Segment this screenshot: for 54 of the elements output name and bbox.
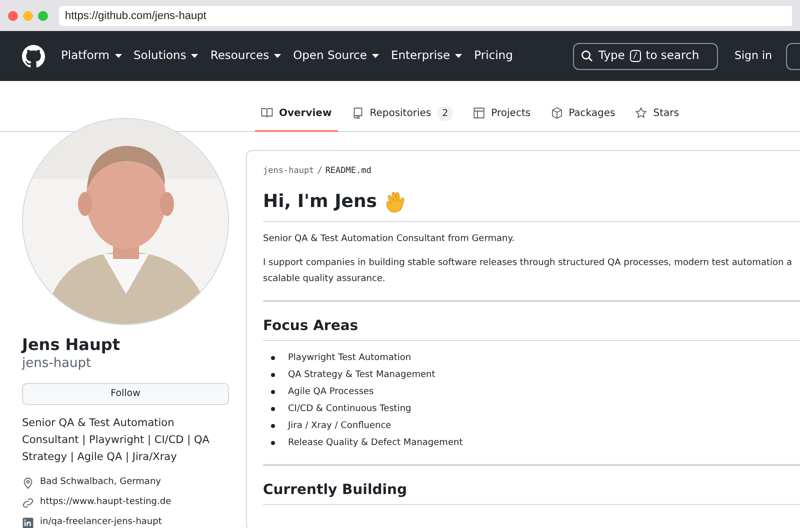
nav-link[interactable]: Pricing [474, 47, 513, 65]
profile-bio: Senior QA & Test Automation Consultant | Playwright | CI/CD | QA Strategy | Agile QA | Jira/Xray [22, 416, 210, 465]
section-heading: Focus Areas [263, 316, 800, 341]
profile-username: jens-haupt [22, 355, 92, 372]
link-icon [22, 496, 34, 508]
book-icon [261, 107, 273, 119]
waving-hand-icon [385, 190, 406, 213]
profile-link[interactable]: in/qa-freelancer-jens-haupt [40, 516, 162, 528]
bullet-icon [271, 440, 275, 445]
list-item: Release Quality & Defect Management [288, 436, 463, 450]
profile-name: Jens Haupt [22, 335, 121, 355]
readme-file-name: README.md [325, 165, 372, 178]
list-item: QA Strategy & Test Management [288, 368, 436, 382]
bullet-icon [271, 390, 275, 394]
section-heading: Currently Building [263, 480, 800, 505]
profile-tab[interactable]: Overview [255, 96, 338, 132]
bullet-icon [271, 424, 275, 428]
list-item: Agile QA Processes [288, 386, 374, 399]
nav-dropdown[interactable]: Solutions [134, 47, 198, 65]
location-text: Bad Schwalbach, Germany [40, 476, 161, 489]
cube-icon [550, 107, 563, 119]
address-bar[interactable]: https://github.com/jens-haupt [59, 6, 792, 26]
list-item: Jira / Xray / Confluence [288, 420, 392, 433]
path-separator: / [317, 165, 322, 178]
list-item: CI/CD & Continuous Testing [288, 402, 412, 416]
profile-tab[interactable]: Stars [629, 96, 685, 132]
nav-dropdown[interactable]: Enterprise [390, 47, 462, 65]
linkedin-logo-icon [22, 516, 34, 528]
profile-tab[interactable]: Packages [544, 96, 622, 132]
bullet-icon [271, 356, 275, 360]
bullet-icon [271, 372, 275, 377]
count-badge: 2 [437, 106, 454, 120]
search-field[interactable]: Type / to search [573, 42, 718, 70]
nav-dropdown[interactable]: Resources [210, 47, 282, 65]
readme-heading: Hi, I'm Jens [263, 190, 378, 214]
search-icon [581, 50, 594, 62]
sign-in-link[interactable]: Sign in [734, 48, 772, 64]
profile-tab[interactable]: Projects [467, 96, 537, 132]
table-icon [473, 107, 486, 119]
sign-up-button[interactable] [786, 42, 800, 70]
location-pin-icon [22, 476, 34, 488]
readme-paragraph: Senior QA & Test Automation Consultant from Germany. [263, 232, 516, 246]
profile-link[interactable]: https://www.haupt-testing.de [40, 496, 172, 510]
nav-dropdown[interactable]: Platform [61, 47, 122, 65]
nav-dropdown[interactable]: Open Source [293, 47, 379, 65]
readme-owner-link[interactable]: jens-haupt [263, 165, 314, 178]
github-logo-icon[interactable] [22, 44, 45, 68]
star-icon [635, 107, 648, 119]
bullet-icon [271, 406, 275, 411]
repository-icon [352, 107, 364, 119]
profile-tab[interactable]: Repositories 2 [346, 96, 460, 132]
list-item: Playwright Test Automation [288, 352, 412, 365]
readme-paragraph: I support companies in building stable software releases through structured QA processes, modern test automation a scalable quality assurance. [263, 256, 794, 286]
follow-button[interactable]: Follow [22, 383, 229, 405]
